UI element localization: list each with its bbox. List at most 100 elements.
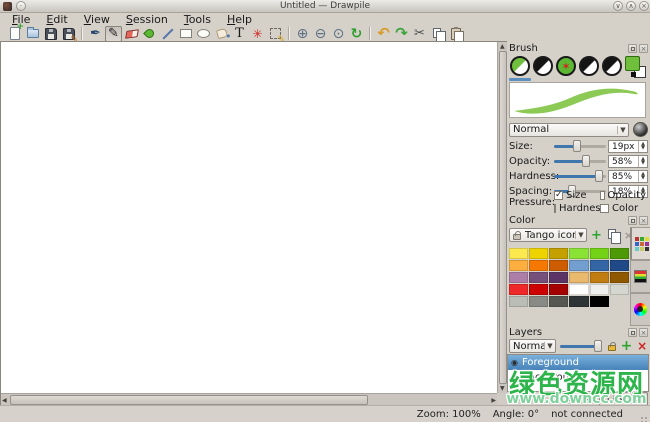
menu-session[interactable]: Session (118, 13, 176, 26)
palette-color-swatch[interactable] (529, 260, 548, 271)
layer-opacity-slider[interactable] (560, 340, 601, 352)
color-picker-tool-button[interactable] (141, 26, 158, 42)
palette-color-swatch[interactable] (509, 260, 528, 271)
rectangle-tool-button[interactable] (177, 26, 194, 42)
scroll-down-icon[interactable]: ▼ (500, 385, 505, 392)
spinbox-arrows[interactable]: ▲▼ (638, 141, 647, 152)
pressure-opacity-checkbox[interactable]: Opacity (600, 189, 646, 202)
horizontal-scrollbar[interactable]: ◀ ▶ (1, 393, 497, 405)
minimize-button[interactable]: ∨ (613, 1, 623, 11)
size-slider[interactable] (554, 140, 606, 152)
hardness-spinbox[interactable]: 85%▲▼ (608, 170, 648, 183)
layer-row-background[interactable]: ◉Background (508, 370, 648, 385)
slider-thumb[interactable] (582, 155, 590, 167)
save-as-button[interactable]: ✎ (60, 26, 77, 42)
dock-tab-layers[interactable]: Layers (599, 392, 648, 405)
palette-color-swatch[interactable] (569, 272, 588, 283)
paste-button[interactable] (447, 26, 464, 42)
scroll-up-icon[interactable]: ▲ (500, 43, 505, 50)
menu-view[interactable]: View (76, 13, 118, 26)
rotate-reset-button[interactable]: ↻ (348, 26, 365, 42)
palette-grid-tab[interactable] (630, 227, 650, 260)
vertical-scroll-thumb[interactable] (499, 51, 507, 384)
add-palette-button[interactable]: + (590, 229, 603, 242)
opacity-spinbox[interactable]: 58%▲▼ (608, 155, 648, 168)
flood-fill-tool-button[interactable] (213, 26, 230, 42)
spin-down-icon[interactable]: ▼ (641, 146, 645, 150)
palette-color-swatch[interactable] (549, 296, 568, 307)
zoom-in-button[interactable]: ⊕ (294, 26, 311, 42)
close-button[interactable]: × (639, 1, 649, 11)
layer-row-foreground[interactable]: ◉Foreground (508, 355, 648, 370)
palette-color-swatch[interactable] (610, 272, 629, 283)
palette-color-swatch[interactable] (569, 248, 588, 259)
close-panel-icon[interactable]: × (639, 328, 648, 337)
slider-thumb[interactable] (573, 140, 581, 152)
palette-color-swatch[interactable] (549, 248, 568, 259)
palette-color-swatch[interactable] (509, 284, 528, 295)
float-panel-icon[interactable] (628, 328, 637, 337)
palette-color-swatch[interactable] (569, 296, 588, 307)
visibility-eye-icon[interactable]: ◉ (511, 373, 518, 382)
spin-down-icon[interactable]: ▼ (641, 161, 645, 165)
eraser-tool-button[interactable] (123, 26, 140, 42)
brush-slot-5[interactable] (602, 56, 622, 76)
palette-color-swatch[interactable] (590, 248, 609, 259)
hardness-slider[interactable] (554, 170, 606, 182)
spin-down-icon[interactable]: ▼ (641, 176, 645, 180)
zoom-reset-button[interactable]: ⊙ (330, 26, 347, 42)
add-layer-button[interactable]: + (621, 340, 633, 353)
palette-color-swatch[interactable] (509, 248, 528, 259)
horizontal-scroll-thumb[interactable] (10, 395, 368, 405)
copy-button[interactable] (429, 26, 446, 42)
palette-color-swatch[interactable] (569, 284, 588, 295)
brush-slot-3[interactable]: ✶ (556, 56, 576, 76)
palette-color-swatch[interactable] (569, 260, 588, 271)
palette-color-swatch[interactable] (509, 272, 528, 283)
foreground-background-swatch[interactable] (625, 56, 646, 78)
palette-color-swatch[interactable] (529, 248, 548, 259)
save-button[interactable] (42, 26, 59, 42)
menu-tools[interactable]: Tools (176, 13, 219, 26)
delete-layer-button[interactable]: × (636, 340, 648, 353)
canvas[interactable] (1, 42, 497, 393)
brush-slot-1[interactable] (510, 56, 530, 76)
laser-pointer-tool-button[interactable]: ✳ (249, 26, 266, 42)
slider-thumb[interactable] (594, 340, 602, 352)
ellipse-tool-button[interactable] (195, 26, 212, 42)
close-panel-icon[interactable]: × (639, 44, 648, 53)
visibility-eye-icon[interactable]: ◉ (511, 358, 518, 367)
palette-color-swatch[interactable] (509, 296, 528, 307)
palette-color-swatch[interactable] (529, 296, 548, 307)
dock-tab-users[interactable]: Users (553, 393, 595, 405)
open-file-button[interactable] (24, 26, 41, 42)
float-panel-icon[interactable] (628, 44, 637, 53)
palette-color-swatch[interactable] (610, 260, 629, 271)
palette-color-swatch[interactable] (610, 248, 629, 259)
color-wheel-tab[interactable] (630, 293, 650, 326)
cut-button[interactable]: ✂ (411, 26, 428, 42)
palette-color-swatch[interactable] (590, 260, 609, 271)
brush-blend-mode-select[interactable]: Normal ▼ (509, 123, 629, 137)
palette-color-swatch[interactable] (529, 284, 548, 295)
incremental-drawing-toggle[interactable] (633, 122, 648, 137)
size-spinbox[interactable]: 19px▲▼ (608, 140, 648, 153)
pressure-color-checkbox[interactable]: Color (600, 202, 646, 215)
palette-color-swatch[interactable] (590, 272, 609, 283)
color-sliders-tab[interactable] (630, 260, 650, 293)
pressure-hardness-checkbox[interactable]: Hardness (554, 202, 600, 215)
palette-color-swatch[interactable] (610, 284, 629, 295)
undo-button[interactable]: ↶ (375, 26, 392, 42)
pressure-size-checkbox[interactable]: ✓Size (554, 189, 600, 202)
close-panel-icon[interactable]: × (639, 216, 648, 225)
scroll-left-icon[interactable]: ◀ (2, 397, 7, 404)
pen-tool-button[interactable]: ✒ (87, 26, 104, 42)
brush-tool-button[interactable]: ✎ (105, 26, 122, 42)
float-panel-icon[interactable] (628, 216, 637, 225)
duplicate-palette-button[interactable] (606, 229, 619, 242)
selection-tool-button[interactable]: ✎ (267, 26, 284, 42)
spinbox-arrows[interactable]: ▲▼ (638, 171, 647, 182)
palette-select[interactable]: Tango icons ▼ (509, 228, 587, 242)
palette-color-swatch[interactable] (549, 272, 568, 283)
slider-thumb[interactable] (595, 170, 603, 182)
